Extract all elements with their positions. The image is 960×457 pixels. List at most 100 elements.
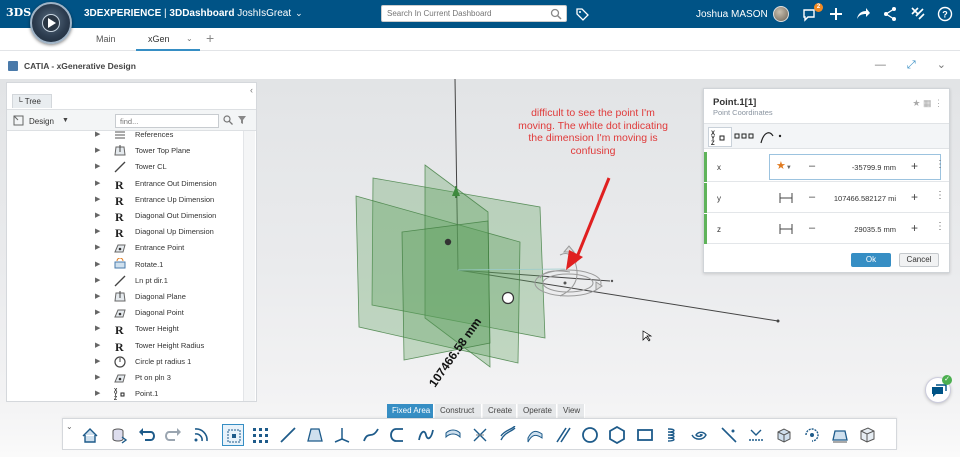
connect-curve-button[interactable]: [386, 424, 408, 446]
section-tab-view[interactable]: View: [558, 404, 585, 418]
maximize-icon[interactable]: ⤢: [907, 59, 916, 72]
tree-item[interactable]: ▶ Tower CL: [7, 159, 243, 175]
tree-scrollbar[interactable]: [243, 131, 255, 401]
more-icon[interactable]: ⋮: [935, 221, 945, 232]
add-icon[interactable]: [828, 6, 844, 22]
chevron-down-icon[interactable]: ⌄: [186, 34, 193, 43]
tab-xgen[interactable]: xGen ⌄: [136, 28, 200, 51]
grid-toggle-icon[interactable]: ▦: [923, 98, 932, 108]
tree-item[interactable]: ▶ Diagonal Plane: [7, 289, 243, 305]
spline-button[interactable]: [415, 424, 437, 446]
expand-arrow-icon[interactable]: ▶: [95, 243, 100, 251]
search-icon[interactable]: [223, 115, 233, 125]
expand-arrow-icon[interactable]: ▶: [95, 341, 100, 349]
tree-item[interactable]: ▶ Ln pt dir.1: [7, 273, 243, 289]
cancel-button[interactable]: Cancel: [899, 253, 939, 267]
expand-arrow-icon[interactable]: ▶: [95, 308, 100, 316]
expand-arrow-icon[interactable]: ▶: [95, 146, 100, 154]
tree-item[interactable]: ▶ R Entrance Up Dimension: [7, 192, 243, 208]
tree-item[interactable]: ▶ References: [7, 131, 243, 143]
plane-tool-button[interactable]: [829, 424, 851, 446]
decrement-button[interactable]: –: [809, 191, 815, 203]
expand-arrow-icon[interactable]: ▶: [95, 179, 100, 187]
blend-button[interactable]: [524, 424, 546, 446]
user-name[interactable]: Joshua MASON: [696, 9, 768, 20]
expand-arrow-icon[interactable]: ▶: [95, 131, 100, 138]
spiral-button[interactable]: [689, 424, 711, 446]
expand-arrow-icon[interactable]: ▶: [95, 227, 100, 235]
add-tab-icon[interactable]: +: [206, 30, 214, 46]
tools-icon[interactable]: [910, 6, 926, 22]
tree-item[interactable]: ▶ Pt on pln 3: [7, 370, 243, 386]
compass-icon[interactable]: [30, 2, 72, 44]
chevron-down-icon[interactable]: ⌄: [66, 422, 73, 431]
dimension-icon[interactable]: [776, 222, 796, 236]
dropdown-arrow-icon[interactable]: ▼: [62, 117, 69, 124]
dashboard-search[interactable]: [381, 5, 567, 22]
network-icon[interactable]: [882, 6, 898, 22]
curve-button[interactable]: [360, 424, 382, 446]
tree-item[interactable]: ▶ Diagonal Point: [7, 305, 243, 321]
increment-button[interactable]: +: [911, 190, 918, 204]
line-button[interactable]: [277, 424, 299, 446]
tree-item[interactable]: ▶ R Tower Height Radius: [7, 338, 243, 354]
home-button[interactable]: [79, 424, 101, 446]
project-button[interactable]: [745, 424, 767, 446]
expand-arrow-icon[interactable]: ▶: [95, 195, 100, 203]
expand-arrow-icon[interactable]: ▶: [95, 389, 100, 397]
expand-arrow-icon[interactable]: ▶: [95, 162, 100, 170]
tree-item[interactable]: ▶ Entrance Point: [7, 240, 243, 256]
more-icon[interactable]: ⋮: [935, 159, 945, 170]
chevron-down-icon[interactable]: ⌄: [295, 8, 303, 18]
expand-arrow-icon[interactable]: ▶: [95, 357, 100, 365]
helix-button[interactable]: [661, 424, 683, 446]
point-button[interactable]: [222, 424, 244, 446]
filter-icon[interactable]: [237, 115, 247, 125]
lines-button[interactable]: [552, 424, 574, 446]
increment-button[interactable]: +: [911, 159, 918, 173]
circle-button[interactable]: [579, 424, 601, 446]
chat-bubble[interactable]: ✓: [925, 375, 952, 403]
more-icon[interactable]: ⋮: [934, 98, 943, 108]
tree-item[interactable]: ▶ R Diagonal Out Dimension: [7, 208, 243, 224]
expand-arrow-icon[interactable]: ▶: [95, 276, 100, 284]
points-grid-button[interactable]: [249, 424, 271, 446]
rectangle-button[interactable]: [634, 424, 656, 446]
intersect-button[interactable]: [718, 424, 740, 446]
tab-main[interactable]: Main: [96, 34, 116, 44]
share-icon[interactable]: [855, 6, 871, 22]
axis-button[interactable]: [331, 424, 353, 446]
redo-button[interactable]: [163, 424, 185, 446]
tree-item[interactable]: ▶ Rotate.1: [7, 257, 243, 273]
design-mode-label[interactable]: Design: [29, 117, 54, 126]
between-points-mode-button[interactable]: [734, 127, 758, 147]
rotate-button[interactable]: [801, 424, 823, 446]
help-icon[interactable]: ?: [937, 6, 953, 22]
coord-value-x[interactable]: -35799.9 mm: [822, 163, 896, 172]
section-tab-operate[interactable]: Operate: [518, 404, 557, 418]
minimize-icon[interactable]: —: [875, 59, 886, 71]
section-tab-fixed-area[interactable]: Fixed Area: [387, 404, 434, 418]
tab-tree[interactable]: └ Tree: [12, 94, 52, 108]
chevron-down-icon[interactable]: ⌄: [937, 58, 946, 71]
tree-find-input[interactable]: [115, 114, 219, 128]
section-tab-create[interactable]: Create: [483, 404, 517, 418]
sweep-button[interactable]: [469, 424, 491, 446]
tag-icon[interactable]: [575, 7, 589, 21]
tree-item[interactable]: ▶ R Entrance Out Dimension: [7, 176, 243, 192]
search-icon[interactable]: [550, 8, 562, 20]
undo-button[interactable]: [135, 424, 157, 446]
search-input[interactable]: [382, 6, 542, 21]
section-tab-construct[interactable]: Construct: [435, 404, 482, 418]
expand-arrow-icon[interactable]: ▶: [95, 324, 100, 332]
on-curve-mode-button[interactable]: [760, 127, 784, 147]
tree-item[interactable]: ▶ R Diagonal Up Dimension: [7, 224, 243, 240]
hexagon-button[interactable]: [606, 424, 628, 446]
tree-item[interactable]: ▶ Circle pt radius 1: [7, 354, 243, 370]
avatar[interactable]: [773, 6, 789, 22]
cube-button[interactable]: [856, 424, 878, 446]
decrement-button[interactable]: –: [809, 160, 815, 172]
multi-sweep-button[interactable]: [497, 424, 519, 446]
star-icon[interactable]: ★▼: [776, 159, 796, 173]
dimension-icon[interactable]: [776, 191, 796, 205]
